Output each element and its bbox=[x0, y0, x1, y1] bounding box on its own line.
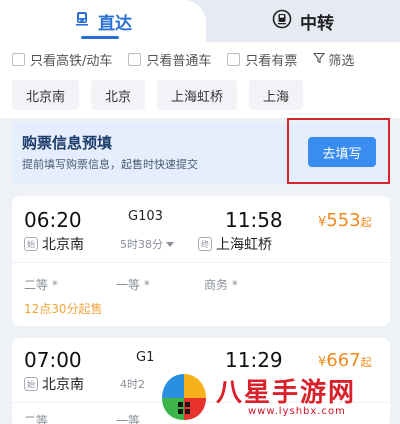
price-suffix: 起 bbox=[360, 356, 372, 369]
watermark-logo-icon bbox=[156, 372, 212, 422]
prefill-description: 提前填写购票信息，起售时快速提交 bbox=[22, 158, 198, 171]
station-chip[interactable]: 上海 bbox=[249, 80, 304, 110]
price: ¥553起 bbox=[318, 210, 372, 231]
checkbox-regular-train[interactable]: 只看普通车 bbox=[128, 50, 211, 69]
duration: 4时2 bbox=[120, 378, 145, 391]
arrive-time: 11:58 bbox=[225, 208, 283, 232]
watermark-brand: 八星手游网 bbox=[216, 378, 357, 408]
arrive-time: 11:29 bbox=[225, 348, 283, 372]
train-number: G1 bbox=[136, 350, 155, 365]
price-suffix: 起 bbox=[360, 216, 372, 229]
checkbox-label: 只看高铁/动车 bbox=[30, 54, 113, 69]
price-value: 667 bbox=[326, 350, 361, 371]
price-value: 553 bbox=[326, 210, 361, 231]
seat-second-class: 二等 bbox=[24, 414, 49, 424]
depart-time: 06:20 bbox=[24, 208, 82, 232]
sale-note: 12点30分起售 bbox=[24, 302, 103, 316]
checkbox-box[interactable] bbox=[128, 53, 142, 66]
duration-text: 5时38分 bbox=[120, 238, 163, 251]
checkbox-box[interactable] bbox=[227, 53, 241, 66]
from-station: 始 北京南 bbox=[24, 374, 84, 394]
train-card[interactable]: 06:20 G103 5时38分 11:58 ¥553起 始 北京南 终 上海虹… bbox=[12, 196, 390, 326]
filter-button[interactable]: 筛选 bbox=[313, 50, 354, 69]
origin-tag: 始 bbox=[24, 377, 38, 391]
seat-first-class: 一等 bbox=[116, 414, 141, 424]
seat-first-class: 一等 * bbox=[116, 278, 150, 292]
watermark-url: www.lyshbx.com bbox=[248, 406, 346, 417]
train-icon bbox=[74, 11, 90, 32]
top-tabs: 直达 中转 bbox=[0, 0, 400, 42]
checkbox-label: 只看有票 bbox=[245, 54, 298, 69]
tab-transfer[interactable]: 中转 bbox=[206, 0, 400, 42]
divider bbox=[12, 262, 390, 263]
prefill-title: 购票信息预填 bbox=[22, 134, 113, 152]
caret-down-icon[interactable] bbox=[166, 238, 174, 251]
active-tab-indicator bbox=[81, 36, 119, 39]
from-station-name: 北京南 bbox=[42, 377, 84, 393]
station-chip[interactable]: 北京南 bbox=[12, 80, 80, 110]
to-station: 终 上海虹桥 bbox=[198, 234, 272, 254]
station-chip[interactable]: 北京 bbox=[91, 80, 146, 110]
transfer-train-icon bbox=[272, 9, 292, 34]
highlight-box bbox=[287, 118, 390, 184]
filter-panel: 只看高铁/动车 只看普通车 只看有票 筛选 北京南 北京 上海虹桥 上海 bbox=[0, 42, 400, 118]
terminal-tag: 终 bbox=[198, 237, 212, 251]
checkbox-box[interactable] bbox=[12, 53, 25, 66]
tab-transfer-label: 中转 bbox=[300, 13, 334, 34]
funnel-icon bbox=[313, 52, 326, 68]
to-station-name: 上海虹桥 bbox=[216, 237, 272, 253]
station-chips: 北京南 北京 上海虹桥 上海 bbox=[12, 80, 304, 110]
checkbox-high-speed[interactable]: 只看高铁/动车 bbox=[12, 50, 112, 69]
seat-business-class: 商务 * bbox=[204, 278, 238, 292]
origin-tag: 始 bbox=[24, 237, 38, 251]
depart-time: 07:00 bbox=[24, 348, 82, 372]
checkbox-label: 只看普通车 bbox=[146, 54, 212, 69]
checkbox-available-only[interactable]: 只看有票 bbox=[227, 50, 297, 69]
seat-second-class: 二等 * bbox=[24, 278, 58, 292]
price: ¥667起 bbox=[318, 350, 372, 371]
from-station-name: 北京南 bbox=[42, 237, 84, 253]
train-number: G103 bbox=[128, 209, 163, 224]
tab-direct-label: 直达 bbox=[98, 13, 132, 34]
station-chip[interactable]: 上海虹桥 bbox=[157, 80, 238, 110]
from-station: 始 北京南 bbox=[24, 234, 84, 254]
watermark: 八星手游网 www.lyshbx.com bbox=[152, 372, 400, 424]
filter-options: 只看高铁/动车 只看普通车 只看有票 筛选 bbox=[12, 50, 354, 69]
filter-label: 筛选 bbox=[328, 54, 355, 69]
duration: 5时38分 bbox=[120, 236, 174, 252]
